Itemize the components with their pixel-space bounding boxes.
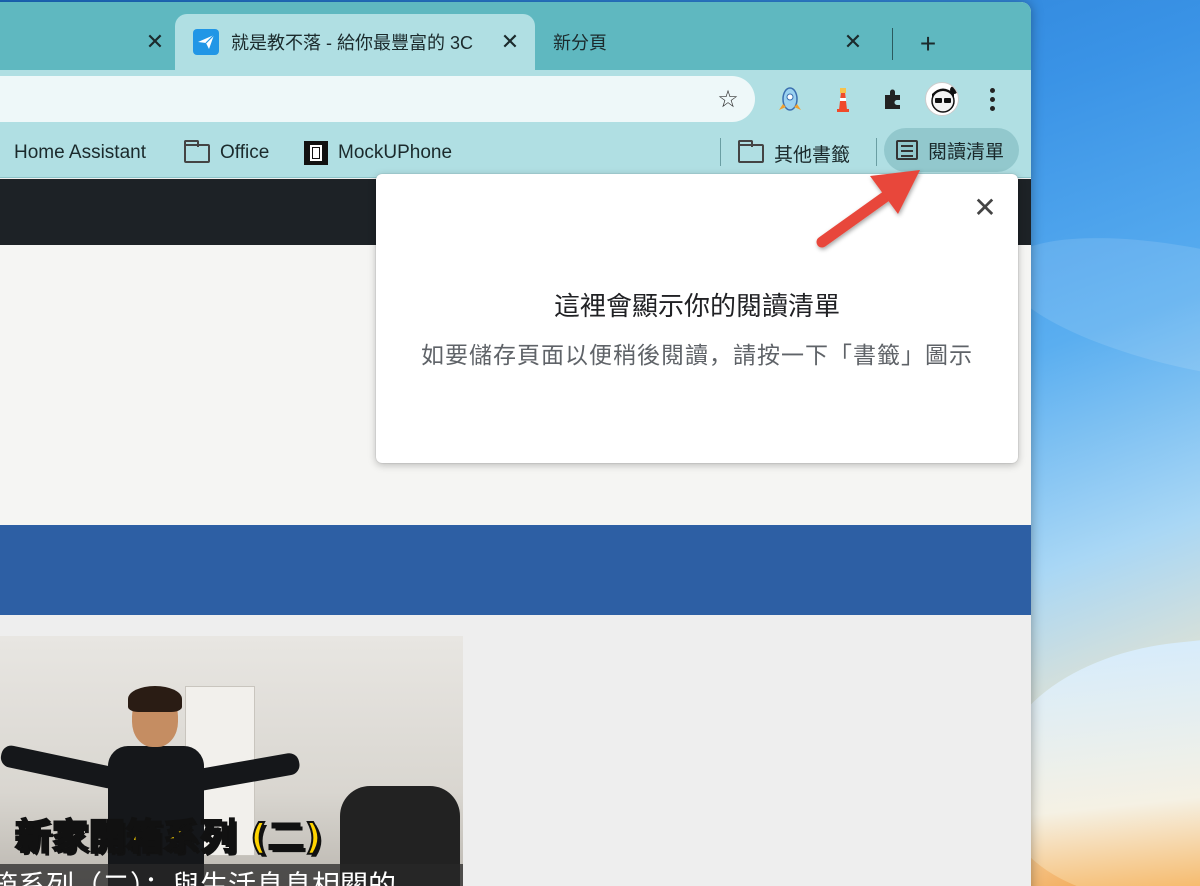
tab-divider xyxy=(892,28,893,60)
bookmark-folder-office[interactable]: Office xyxy=(184,138,269,168)
toolbar: ☆ xyxy=(0,70,1031,128)
annotation-arrow-icon xyxy=(816,170,920,248)
person-hair xyxy=(128,686,182,712)
tab-title: 就是教不落 - 給你最豐富的 3C xyxy=(231,33,474,53)
tab-close-icon[interactable]: ✕ xyxy=(838,27,868,57)
tab-title: 新分頁 xyxy=(553,33,607,53)
new-tab-button[interactable]: + xyxy=(910,26,946,62)
close-icon[interactable]: ✕ xyxy=(970,192,1000,223)
article-title-caption[interactable]: 箱系列（二）：與生活息息相關的 xyxy=(0,864,463,886)
bookmark-label: Office xyxy=(220,142,270,163)
star-icon[interactable]: ☆ xyxy=(713,84,743,114)
bookmark-label: Home Assistant xyxy=(14,142,146,163)
bookmark-label: MockUPhone xyxy=(338,142,453,163)
profile-avatar[interactable] xyxy=(925,82,959,116)
popup-title: 這裡會顯示你的閱讀清單 xyxy=(553,291,840,321)
tab-close-icon[interactable]: ✕ xyxy=(140,27,170,57)
popup-description: 如要儲存頁面以便稍後閱讀，請按一下「書籤」圖示 xyxy=(421,342,973,368)
site-navigation-band xyxy=(0,525,1031,615)
article-thumbnail[interactable]: 新家開箱系列 (二) 箱系列（二）：與生活息息相關的 xyxy=(0,636,463,886)
folder-icon xyxy=(738,139,764,163)
bookmark-divider xyxy=(720,138,721,166)
tab-previous[interactable]: ✕ xyxy=(0,14,168,70)
tab-strip: ✕ 就是教不落 - 給你最豐富的 3C ✕ 新分頁 ✕ + xyxy=(0,2,1031,70)
folder-icon xyxy=(184,139,210,163)
browser-menu-icon[interactable] xyxy=(980,84,1004,114)
address-bar[interactable]: ☆ xyxy=(0,76,755,122)
mockuphone-icon xyxy=(304,141,328,165)
browser-window: ✕ 就是教不落 - 給你最豐富的 3C ✕ 新分頁 ✕ + ☆ Home Ass… xyxy=(0,2,1031,886)
thumbnail-banner-text: 新家開箱系列 (二) xyxy=(14,816,323,859)
person-arm xyxy=(0,743,121,791)
tab-active[interactable]: 就是教不落 - 給你最豐富的 3C ✕ xyxy=(175,14,535,70)
puzzle-extensions-icon[interactable] xyxy=(878,84,908,114)
rocket-extension-icon[interactable] xyxy=(775,84,805,114)
tab-close-icon[interactable]: ✕ xyxy=(495,27,525,57)
paper-plane-favicon-icon xyxy=(193,29,219,55)
lighthouse-extension-icon[interactable] xyxy=(828,84,858,114)
tab-new-tab[interactable]: 新分頁 ✕ xyxy=(535,14,885,70)
bookmark-home-assistant[interactable]: Home Assistant xyxy=(14,138,146,168)
bookmark-mockuphone[interactable]: MockUPhone xyxy=(304,138,452,168)
